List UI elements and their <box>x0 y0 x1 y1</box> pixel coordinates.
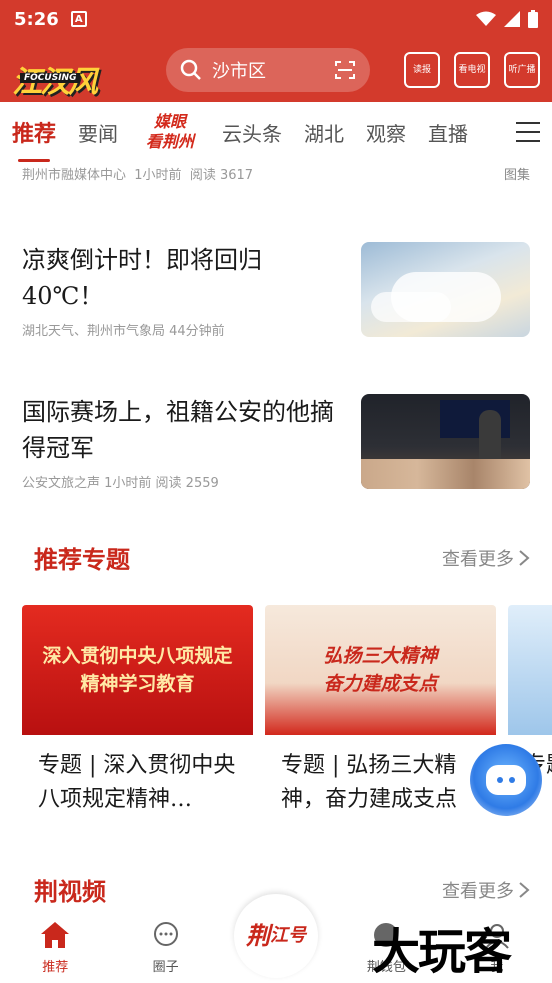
banner-line: 弘扬三大精神 <box>323 645 438 667</box>
see-more-link[interactable]: 查看更多 <box>442 545 530 571</box>
tab-fade <box>482 102 512 162</box>
status-bar: 5:26 A <box>0 0 552 38</box>
section-title: 荆视频 <box>34 877 106 906</box>
topic-card[interactable]: 弘扬三大精神 奋力建成支点 专题 | 弘扬三大精神，奋力建成支点 <box>265 605 496 817</box>
tab-observe[interactable]: 观察 <box>366 118 406 147</box>
search-input[interactable]: 沙市区 <box>212 57 334 83</box>
list-item[interactable]: 凉爽倒计时！即将回归40℃！ 湖北天气、荆州市气象局 44分钟前 <box>22 242 530 339</box>
article-meta: 湖北天气、荆州市气象局 44分钟前 <box>22 324 225 339</box>
topic-card[interactable]: 深入贯彻中央八项规定 精神学习教育 专题 | 深入贯彻中央八项规定精神… <box>22 605 253 817</box>
center-label-1: 荆 <box>246 921 270 950</box>
chevron-right-icon <box>519 881 530 898</box>
tab-cloud-headline[interactable]: 云头条 <box>222 118 282 147</box>
chat-bubble-icon <box>153 922 178 946</box>
article-title: 凉爽倒计时！即将回归40℃！ <box>22 246 262 310</box>
tab-recommend[interactable]: 推荐 <box>12 116 56 162</box>
channel-tabs: 推荐 要闻 媒眼 看荆州 云头条 湖北 观察 直播 <box>0 102 552 162</box>
tab-media-eye-line2: 看荆州 <box>146 132 195 151</box>
app-logo[interactable]: 江汉风 FOCUSING <box>12 47 136 100</box>
topic-banner <box>508 605 552 735</box>
newspaper-icon[interactable]: 读报 <box>404 52 440 88</box>
newspaper-label: 读报 <box>412 65 431 75</box>
see-more-label: 查看更多 <box>442 880 514 902</box>
meta-time: 1小时前 <box>134 168 182 183</box>
section-title: 推荐专题 <box>34 545 130 574</box>
tab-live[interactable]: 直播 <box>428 118 468 147</box>
center-label-2: 江号 <box>270 925 306 946</box>
menu-icon[interactable] <box>516 122 540 142</box>
radio-label: 听广播 <box>508 65 536 75</box>
see-more-link[interactable]: 查看更多 <box>442 877 530 903</box>
tv-label: 看电视 <box>458 65 486 75</box>
topic-banner: 深入贯彻中央八项规定 精神学习教育 <box>22 605 253 735</box>
tab-hubei[interactable]: 湖北 <box>304 118 344 147</box>
meta-reads: 阅读 3617 <box>189 168 254 183</box>
banner-line: 深入贯彻中央八项规定 <box>42 645 233 667</box>
robot-icon <box>486 765 526 795</box>
scan-icon[interactable] <box>334 59 356 81</box>
article-thumbnail <box>361 394 530 489</box>
signal-icon <box>504 11 520 27</box>
chevron-right-icon <box>519 549 530 566</box>
jiangnan-account-button[interactable]: 荆 江号 <box>234 894 318 978</box>
status-time: 5:26 <box>14 8 59 30</box>
topic-cards: 深入贯彻中央八项规定 精神学习教育 专题 | 深入贯彻中央八项规定精神… 弘扬三… <box>22 605 552 835</box>
topic-banner: 弘扬三大精神 奋力建成支点 <box>265 605 496 735</box>
banner-line: 精神学习教育 <box>80 673 195 695</box>
topics-header: 推荐专题 查看更多 <box>34 540 530 575</box>
search-icon <box>180 59 201 80</box>
tab-news[interactable]: 要闻 <box>78 118 118 147</box>
nav-circle[interactable]: 圈子 <box>110 906 220 983</box>
nav-label: 圈子 <box>152 960 179 975</box>
article-meta: 公安文旅之声 1小时前 阅读 2559 <box>22 476 219 491</box>
tv-icon[interactable]: 看电视 <box>454 52 490 88</box>
meta-source: 荆州市融媒体中心 <box>22 168 127 183</box>
home-icon <box>41 922 70 948</box>
article-title: 国际赛场上，祖籍公安的他摘得冠军 <box>22 398 334 462</box>
ai-assistant-button[interactable] <box>470 744 542 816</box>
search-bar[interactable]: 沙市区 <box>166 48 370 92</box>
app-header: 江汉风 FOCUSING 沙市区 读报 看电视 听广播 <box>0 38 552 102</box>
list-item-meta: 荆州市融媒体中心 1小时前 阅读 3617 图集 <box>22 164 530 183</box>
radio-icon[interactable]: 听广播 <box>504 52 540 88</box>
topic-title: 专题 | 深入贯彻中央八项规定精神… <box>38 753 236 812</box>
gallery-tag: 图集 <box>503 168 530 183</box>
see-more-label: 查看更多 <box>442 548 514 570</box>
wifi-icon <box>476 11 496 26</box>
topic-title: 专题 | 弘扬三大精神，奋力建成支点 <box>281 753 458 812</box>
logo-sub: FOCUSING <box>20 73 81 83</box>
watermark: 大玩客 <box>372 924 512 980</box>
notification-a-icon: A <box>70 11 87 27</box>
article-thumbnail <box>361 242 530 337</box>
battery-icon <box>528 10 538 28</box>
banner-line: 奋力建成支点 <box>323 673 438 695</box>
nav-recommend[interactable]: 推荐 <box>0 906 110 983</box>
tab-media-eye-line1: 媒眼 <box>154 112 187 131</box>
list-item[interactable]: 国际赛场上，祖籍公安的他摘得冠军 公安文旅之声 1小时前 阅读 2559 <box>22 394 530 491</box>
nav-label: 推荐 <box>42 960 69 975</box>
tab-media-eye[interactable]: 媒眼 看荆州 <box>140 109 200 155</box>
